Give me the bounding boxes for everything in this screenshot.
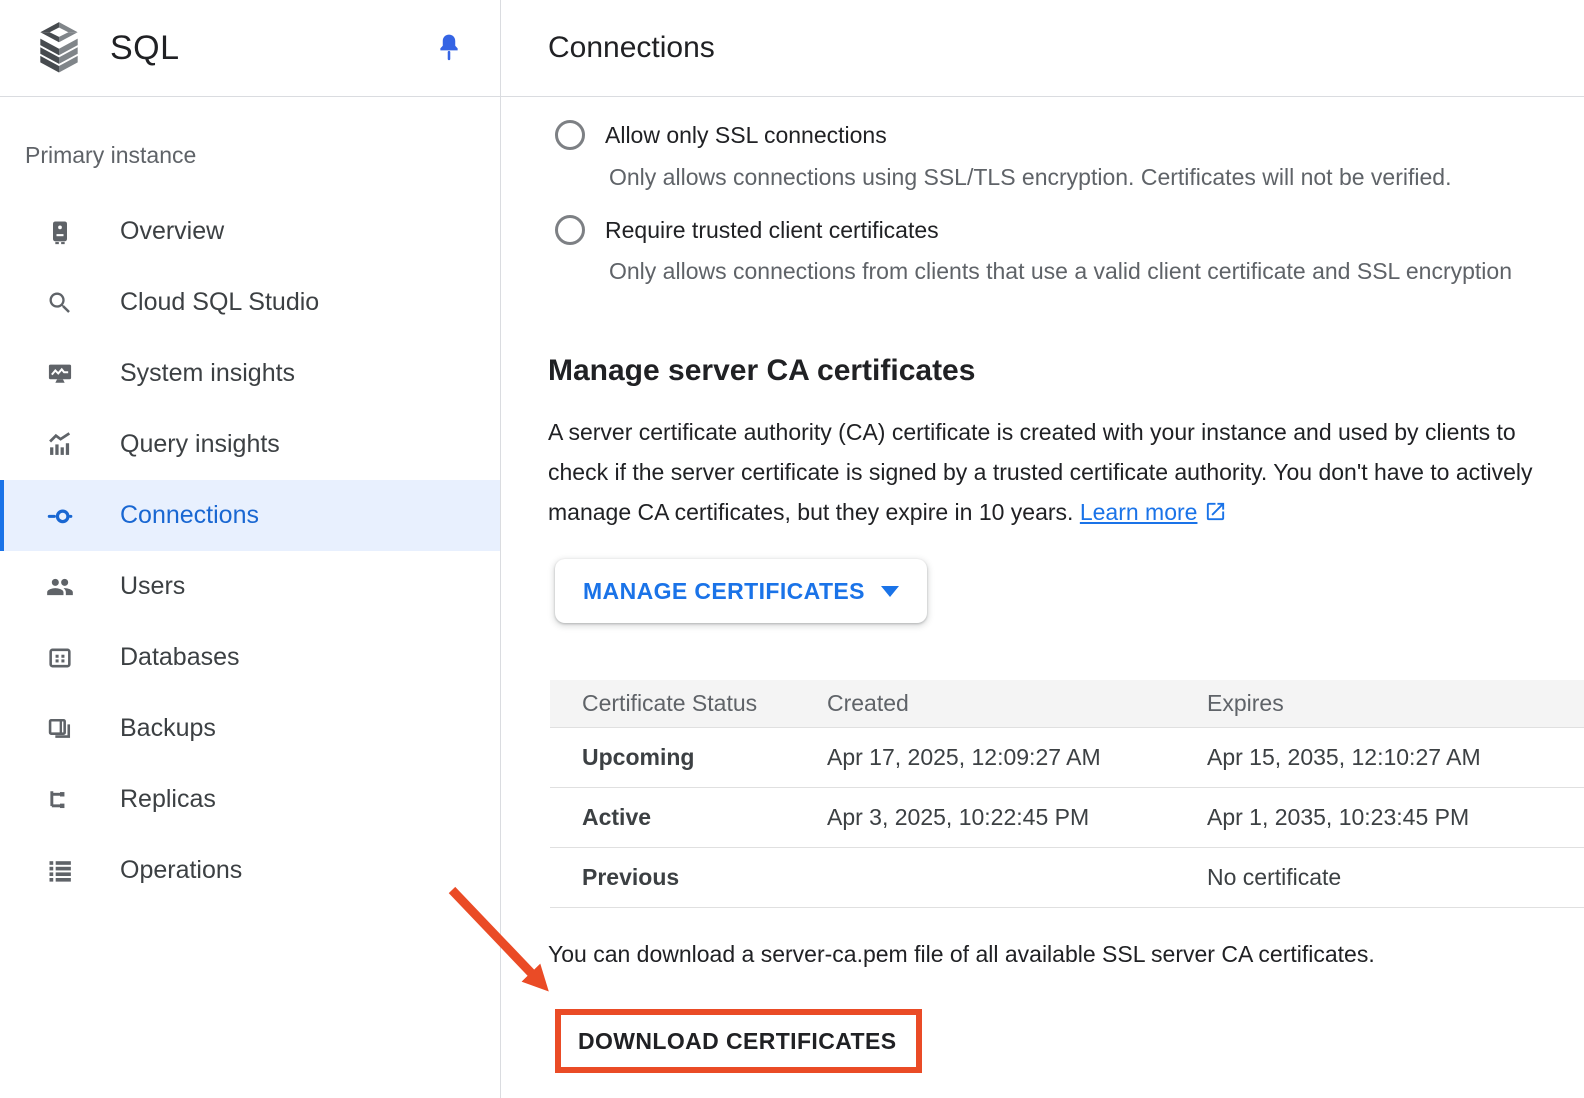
certificates-table: Certificate Status Created Expires Upcom… bbox=[550, 680, 1584, 908]
radio-require-client-certs[interactable] bbox=[555, 215, 585, 245]
product-title: SQL bbox=[110, 29, 180, 68]
pin-button[interactable] bbox=[432, 30, 466, 66]
download-certificates-button[interactable]: DOWNLOAD CERTIFICATES bbox=[561, 1028, 896, 1055]
sidebar: SQL Primary instance Overview Cloud SQL … bbox=[0, 0, 501, 1098]
sidebar-item-query-insights[interactable]: Query insights bbox=[0, 409, 500, 480]
section-heading: Manage server CA certificates bbox=[548, 352, 975, 390]
pin-icon bbox=[432, 30, 466, 66]
section-description: A server certificate authority (CA) cert… bbox=[548, 412, 1538, 535]
sidebar-item-databases[interactable]: Databases bbox=[0, 622, 500, 693]
table-row: Active Apr 3, 2025, 10:22:45 PM Apr 1, 2… bbox=[550, 788, 1584, 848]
column-header-certificate-status: Certificate Status bbox=[582, 690, 827, 717]
sidebar-item-users[interactable]: Users bbox=[0, 551, 500, 622]
sidebar-item-label: Replicas bbox=[120, 785, 216, 814]
sidebar-item-label: Connections bbox=[120, 501, 259, 530]
certificate-expires: Apr 15, 2035, 12:10:27 AM bbox=[1207, 744, 1584, 771]
sidebar-item-overview[interactable]: Overview bbox=[0, 196, 500, 267]
sidebar-nav: Overview Cloud SQL Studio System insight… bbox=[0, 196, 500, 906]
sidebar-item-label: Operations bbox=[120, 856, 242, 885]
page-header: Connections bbox=[501, 0, 1584, 97]
annotation-highlight-box: DOWNLOAD CERTIFICATES bbox=[555, 1009, 922, 1073]
search-icon bbox=[46, 289, 74, 317]
instance-section-label: Primary instance bbox=[25, 142, 500, 169]
sidebar-item-label: Overview bbox=[120, 217, 224, 246]
page-title: Connections bbox=[548, 31, 715, 65]
backups-icon bbox=[46, 715, 74, 743]
certificate-created: Apr 3, 2025, 10:22:45 PM bbox=[827, 804, 1207, 831]
sidebar-item-label: Backups bbox=[120, 714, 216, 743]
operations-icon bbox=[46, 857, 74, 885]
sidebar-item-label: Users bbox=[120, 572, 185, 601]
sidebar-item-connections[interactable]: Connections bbox=[0, 480, 500, 551]
table-row: Upcoming Apr 17, 2025, 12:09:27 AM Apr 1… bbox=[550, 728, 1584, 788]
replicas-icon bbox=[46, 786, 74, 814]
ssl-option-allow-only-ssl[interactable]: Allow only SSL connections bbox=[555, 117, 887, 153]
caret-down-icon bbox=[881, 586, 899, 597]
certificate-expires: Apr 1, 2035, 10:23:45 PM bbox=[1207, 804, 1584, 831]
sidebar-item-label: Cloud SQL Studio bbox=[120, 288, 319, 317]
radio-allow-only-ssl[interactable] bbox=[555, 120, 585, 150]
connections-icon bbox=[46, 502, 74, 530]
table-header-row: Certificate Status Created Expires bbox=[550, 680, 1584, 728]
users-icon bbox=[46, 573, 74, 601]
certificate-created: Apr 17, 2025, 12:09:27 AM bbox=[827, 744, 1207, 771]
manage-certificates-button[interactable]: MANAGE CERTIFICATES bbox=[555, 559, 927, 623]
radio-label: Require trusted client certificates bbox=[605, 217, 939, 244]
manage-certificates-label: MANAGE CERTIFICATES bbox=[583, 578, 865, 605]
sidebar-header: SQL bbox=[0, 0, 500, 97]
sidebar-item-label: Query insights bbox=[120, 430, 280, 459]
cloud-sql-connections-page: { "colors": { "accent_blue": "#1A73E8", … bbox=[0, 0, 1584, 1098]
table-row: Previous No certificate bbox=[550, 848, 1584, 908]
main-content: Connections Allow only SSL connections O… bbox=[501, 0, 1584, 1098]
overview-icon bbox=[46, 218, 74, 246]
ssl-option-require-client-certs[interactable]: Require trusted client certificates bbox=[555, 212, 939, 248]
radio-label: Allow only SSL connections bbox=[605, 122, 887, 149]
radio-description: Only allows connections from clients tha… bbox=[609, 258, 1512, 285]
radio-description: Only allows connections using SSL/TLS en… bbox=[609, 164, 1451, 191]
sidebar-item-replicas[interactable]: Replicas bbox=[0, 764, 500, 835]
sidebar-item-operations[interactable]: Operations bbox=[0, 835, 500, 906]
open-in-new-icon bbox=[1204, 495, 1227, 535]
certificate-status: Previous bbox=[582, 864, 827, 891]
databases-icon bbox=[46, 644, 74, 672]
sidebar-item-label: Databases bbox=[120, 643, 240, 672]
system-insights-icon bbox=[46, 360, 74, 388]
column-header-expires: Expires bbox=[1207, 690, 1584, 717]
learn-more-link[interactable]: Learn more bbox=[1080, 499, 1198, 525]
sidebar-item-label: System insights bbox=[120, 359, 295, 388]
query-insights-icon bbox=[46, 431, 74, 459]
section-description-text: A server certificate authority (CA) cert… bbox=[548, 419, 1533, 525]
certificate-status: Upcoming bbox=[582, 744, 827, 771]
certificate-expires: No certificate bbox=[1207, 864, 1584, 891]
certificate-status: Active bbox=[582, 804, 827, 831]
download-note: You can download a server-ca.pem file of… bbox=[548, 941, 1375, 968]
sidebar-item-cloud-sql-studio[interactable]: Cloud SQL Studio bbox=[0, 267, 500, 338]
sidebar-item-system-insights[interactable]: System insights bbox=[0, 338, 500, 409]
sidebar-item-backups[interactable]: Backups bbox=[0, 693, 500, 764]
cloud-sql-logo-icon bbox=[36, 20, 82, 76]
column-header-created: Created bbox=[827, 690, 1207, 717]
